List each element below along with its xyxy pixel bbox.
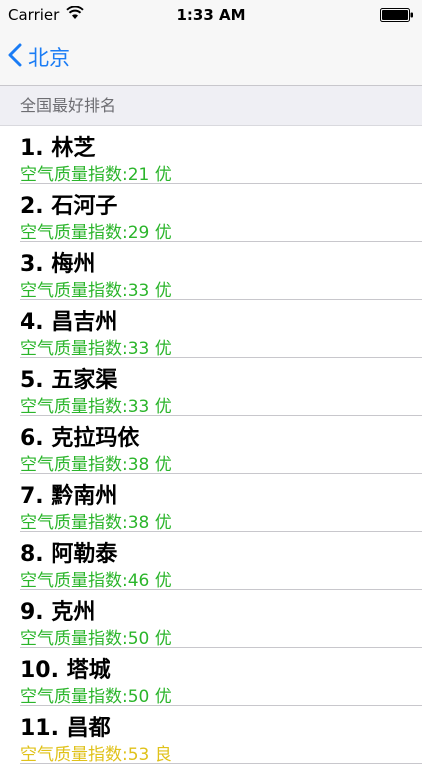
- list-item[interactable]: 3. 梅州 空气质量指数:33 优: [0, 242, 422, 301]
- aqi-value: 空气质量指数:50 优: [20, 629, 172, 649]
- status-bar: Carrier 1:33 AM: [0, 0, 422, 30]
- city-name: 8. 阿勒泰: [20, 542, 118, 567]
- list-item[interactable]: 11. 昌都 空气质量指数:53 良: [0, 706, 422, 765]
- city-name: 4. 昌吉州: [20, 310, 118, 335]
- back-button-label: 北京: [28, 46, 70, 70]
- list-item[interactable]: 4. 昌吉州 空气质量指数:33 优: [0, 300, 422, 359]
- city-name: 11. 昌都: [20, 716, 111, 741]
- list-item[interactable]: 5. 五家渠 空气质量指数:33 优: [0, 358, 422, 417]
- clock: 1:33 AM: [176, 6, 246, 24]
- list-item[interactable]: 9. 克州 空气质量指数:50 优: [0, 590, 422, 649]
- battery-icon: [380, 8, 414, 22]
- list-item[interactable]: 10. 塔城 空气质量指数:50 优: [0, 648, 422, 707]
- city-name: 9. 克州: [20, 600, 96, 625]
- list-item[interactable]: 2. 石河子 空气质量指数:29 优: [0, 184, 422, 243]
- aqi-value: 空气质量指数:50 优: [20, 687, 172, 707]
- aqi-value: 空气质量指数:33 优: [20, 397, 172, 417]
- list-item[interactable]: 8. 阿勒泰 空气质量指数:46 优: [0, 532, 422, 591]
- aqi-value: 空气质量指数:38 优: [20, 513, 172, 533]
- section-header: 全国最好排名: [0, 86, 422, 126]
- list-item[interactable]: 7. 黔南州 空气质量指数:38 优: [0, 474, 422, 533]
- aqi-value: 空气质量指数:53 良: [20, 745, 172, 765]
- aqi-value: 空气质量指数:33 优: [20, 281, 172, 301]
- aqi-value: 空气质量指数:46 优: [20, 571, 172, 591]
- navigation-bar: 北京: [0, 30, 422, 86]
- city-name: 7. 黔南州: [20, 484, 118, 509]
- ranking-list: 1. 林芝 空气质量指数:21 优 2. 石河子 空气质量指数:29 优 3. …: [0, 126, 422, 765]
- chevron-left-icon: [8, 43, 28, 72]
- aqi-value: 空气质量指数:21 优: [20, 165, 172, 185]
- city-name: 5. 五家渠: [20, 368, 118, 393]
- city-name: 1. 林芝: [20, 136, 96, 161]
- city-name: 3. 梅州: [20, 252, 96, 277]
- city-name: 6. 克拉玛依: [20, 426, 140, 451]
- back-button[interactable]: 北京: [8, 39, 70, 75]
- city-name: 2. 石河子: [20, 194, 118, 219]
- list-item[interactable]: 1. 林芝 空气质量指数:21 优: [0, 126, 422, 185]
- list-item[interactable]: 6. 克拉玛依 空气质量指数:38 优: [0, 416, 422, 475]
- city-name: 10. 塔城: [20, 658, 111, 683]
- aqi-value: 空气质量指数:38 优: [20, 455, 172, 475]
- aqi-value: 空气质量指数:29 优: [20, 223, 172, 243]
- aqi-value: 空气质量指数:33 优: [20, 339, 172, 359]
